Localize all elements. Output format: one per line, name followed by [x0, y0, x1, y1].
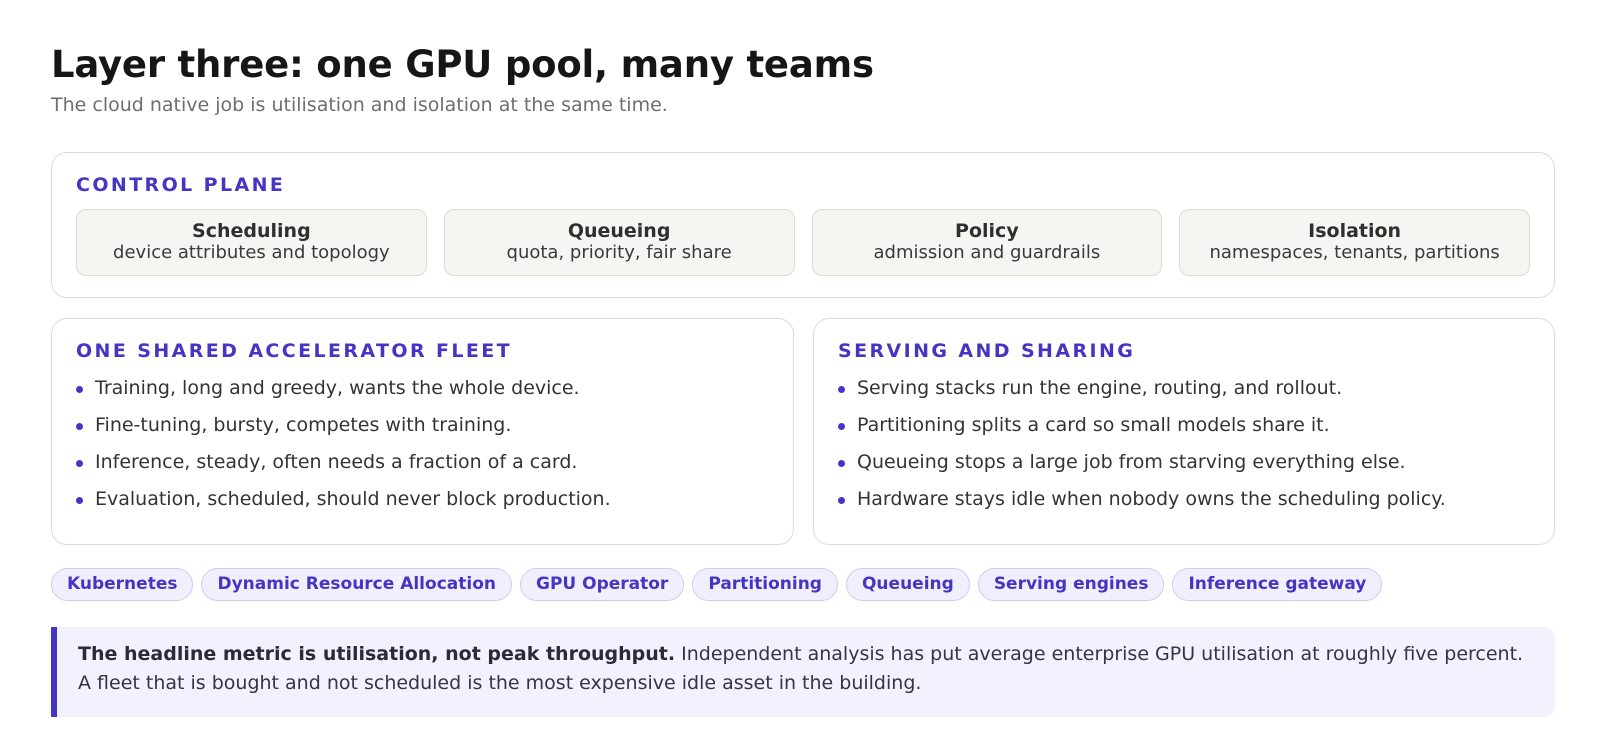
callout-headline: The headline metric is utilisation, not …	[78, 643, 676, 665]
control-plane-tiles: Scheduling device attributes and topolog…	[76, 209, 1530, 276]
list-item: Serving stacks run the engine, routing, …	[838, 377, 1530, 400]
list-item-text: Inference, steady, often needs a fractio…	[95, 451, 578, 473]
list-item-text: Training, long and greedy, wants the who…	[95, 377, 580, 399]
page-title: Layer three: one GPU pool, many teams	[51, 43, 874, 86]
list-item-text: Queueing stops a large job from starving…	[857, 451, 1406, 473]
tile-subtitle: device attributes and topology	[113, 242, 390, 263]
control-plane-label: CONTROL PLANE	[76, 174, 286, 196]
page-subtitle: The cloud native job is utilisation and …	[51, 94, 668, 116]
tag-inference-gateway: Inference gateway	[1172, 568, 1383, 601]
slide: Layer three: one GPU pool, many teams Th…	[51, 40, 1555, 717]
tag-partitioning: Partitioning	[692, 568, 838, 601]
tile-subtitle: admission and guardrails	[873, 242, 1101, 263]
control-plane-panel: CONTROL PLANE Scheduling device attribut…	[51, 152, 1555, 298]
bullet-icon	[76, 386, 83, 393]
tag-dynamic-resource-allocation: Dynamic Resource Allocation	[201, 568, 512, 601]
list-item: Evaluation, scheduled, should never bloc…	[76, 488, 769, 511]
tile-queueing: Queueing quota, priority, fair share	[443, 209, 795, 276]
fleet-list: Training, long and greedy, wants the who…	[76, 377, 769, 511]
serving-list: Serving stacks run the engine, routing, …	[838, 377, 1530, 511]
tile-subtitle: namespaces, tenants, partitions	[1209, 242, 1500, 263]
list-item-text: Fine-tuning, bursty, competes with train…	[95, 414, 512, 436]
bullet-icon	[76, 460, 83, 467]
bullet-icon	[838, 460, 845, 467]
list-item-text: Partitioning splits a card so small mode…	[857, 414, 1330, 436]
list-item-text: Hardware stays idle when nobody owns the…	[857, 488, 1446, 510]
serving-label: SERVING AND SHARING	[838, 340, 1136, 362]
tile-policy: Policy admission and guardrails	[811, 209, 1163, 276]
tile-scheduling: Scheduling device attributes and topolog…	[76, 209, 427, 276]
list-item-text: Serving stacks run the engine, routing, …	[857, 377, 1343, 399]
technology-tags: Kubernetes Dynamic Resource Allocation G…	[51, 568, 1383, 601]
tag-kubernetes: Kubernetes	[51, 568, 194, 601]
tag-serving-engines: Serving engines	[977, 568, 1165, 601]
bullet-icon	[838, 423, 845, 430]
tag-queueing: Queueing	[845, 568, 970, 601]
tile-title: Queueing	[567, 220, 671, 242]
list-item: Training, long and greedy, wants the who…	[76, 377, 769, 400]
list-item: Fine-tuning, bursty, competes with train…	[76, 414, 769, 437]
list-item: Partitioning splits a card so small mode…	[838, 414, 1530, 437]
bullet-icon	[76, 497, 83, 504]
list-item-text: Evaluation, scheduled, should never bloc…	[95, 488, 611, 510]
fleet-label: ONE SHARED ACCELERATOR FLEET	[76, 340, 513, 362]
serving-sharing-panel: SERVING AND SHARING Serving stacks run t…	[813, 318, 1555, 545]
tile-subtitle: quota, priority, fair share	[506, 242, 732, 263]
tile-title: Policy	[955, 220, 1019, 242]
bullet-icon	[838, 386, 845, 393]
list-item: Inference, steady, often needs a fractio…	[76, 451, 769, 474]
list-item: Hardware stays idle when nobody owns the…	[838, 488, 1530, 511]
bullet-icon	[76, 423, 83, 430]
tile-title: Scheduling	[192, 220, 311, 242]
accelerator-fleet-panel: ONE SHARED ACCELERATOR FLEET Training, l…	[51, 318, 794, 545]
tile-isolation: Isolation namespaces, tenants, partition…	[1179, 209, 1530, 276]
list-item: Queueing stops a large job from starving…	[838, 451, 1530, 474]
headline-callout: The headline metric is utilisation, not …	[51, 627, 1555, 717]
tile-title: Isolation	[1308, 220, 1402, 242]
bullet-icon	[838, 497, 845, 504]
tag-gpu-operator: GPU Operator	[519, 568, 685, 601]
